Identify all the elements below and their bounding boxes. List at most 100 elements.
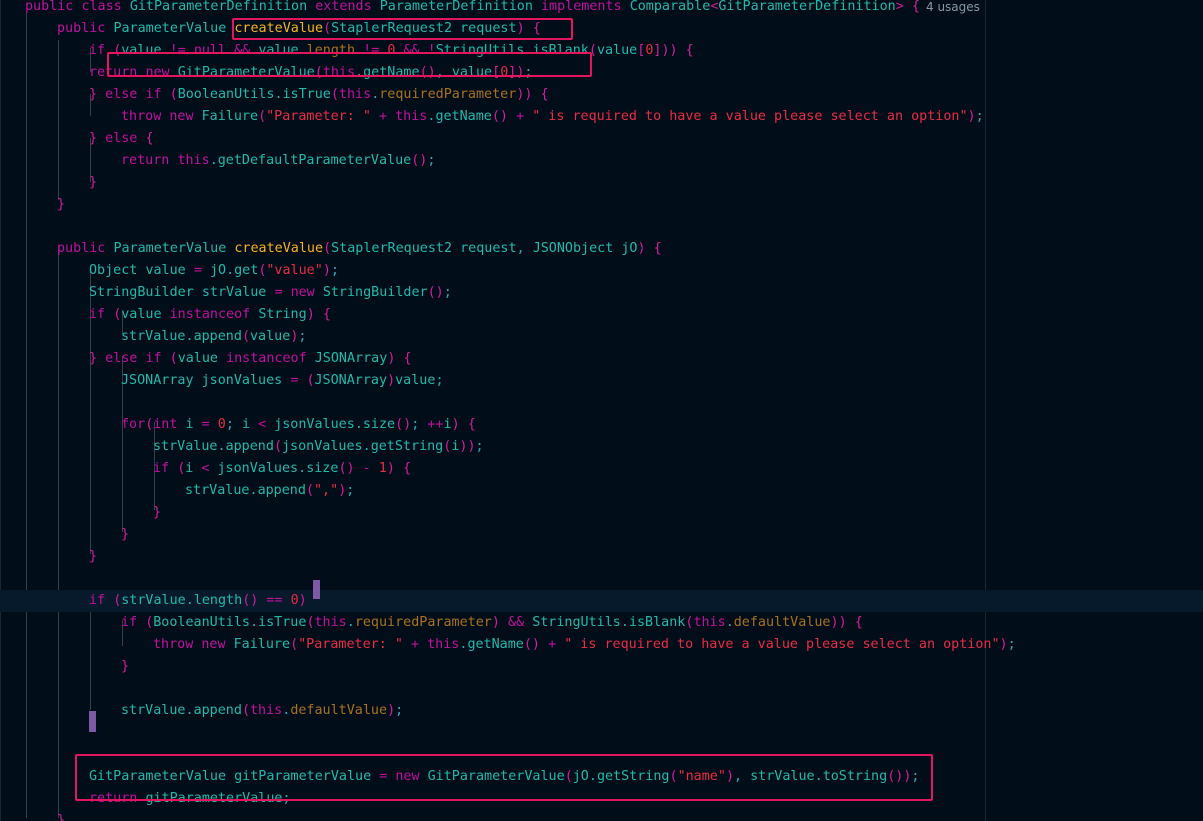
code-token: }	[57, 197, 66, 212]
code-line[interactable]: public ParameterValue createValue(Staple…	[0, 238, 1203, 260]
code-token: (	[169, 351, 178, 366]
text-caret-secondary	[89, 711, 96, 732]
code-line[interactable]: } else if (BooleanUtils.isTrue(this.requ…	[0, 84, 1203, 106]
code-line[interactable]: return new GitParameterValue(this.getNam…	[0, 62, 1203, 84]
code-text: StringBuilder strValue = new StringBuild…	[89, 282, 452, 304]
code-token: if	[145, 351, 162, 366]
code-line[interactable]: if (BooleanUtils.isTrue(this.requiredPar…	[0, 612, 1203, 634]
code-token: ;	[395, 703, 404, 718]
code-token: jO	[621, 241, 638, 256]
code-line[interactable]: GitParameterValue gitParameterValue = ne…	[0, 766, 1203, 788]
code-text: }	[89, 172, 97, 194]
code-line[interactable]: }	[0, 172, 1203, 194]
code-line[interactable]: }	[0, 810, 1203, 821]
code-token: return	[121, 153, 170, 168]
code-token: (	[323, 21, 332, 36]
code-text: strValue.append(this.defaultValue);	[121, 700, 403, 722]
code-token: 0	[290, 593, 299, 608]
code-token: strValue	[121, 593, 186, 608]
code-token: ParameterValue	[113, 241, 227, 256]
code-line[interactable]: if (value != null && value.length != 0 &…	[0, 40, 1203, 62]
code-line[interactable]: JSONArray jsonValues = (JSONArray)value;	[0, 370, 1203, 392]
code-text: }	[57, 194, 65, 216]
code-token: }	[89, 131, 98, 146]
code-line[interactable]: if (value instanceof String) {	[0, 304, 1203, 326]
code-line[interactable]: if (strValue.length() == 0)	[0, 590, 1203, 612]
code-token: (	[314, 65, 323, 80]
code-token: instanceof	[169, 307, 251, 322]
code-line[interactable]: strValue.append(",");	[0, 480, 1203, 502]
code-token: if	[89, 593, 106, 608]
code-line[interactable]: Object value = jO.get("value");	[0, 260, 1203, 282]
code-token: append	[193, 703, 242, 718]
code-line[interactable]: throw new Failure("Parameter: " + this.g…	[0, 634, 1203, 656]
code-token: Failure	[233, 637, 291, 652]
code-text: public ParameterValue createValue(Staple…	[57, 18, 541, 40]
code-token: {	[403, 351, 412, 366]
code-token: ()	[338, 461, 355, 476]
code-token: value	[121, 307, 162, 322]
code-line[interactable]: strValue.append(this.defaultValue);	[0, 700, 1203, 722]
code-text: strValue.append(jsonValues.getString(i))…	[153, 436, 484, 458]
code-line[interactable]: } else {	[0, 128, 1203, 150]
code-token: return	[89, 65, 138, 80]
code-token: ()	[411, 153, 428, 168]
code-token: }	[153, 505, 162, 520]
code-line[interactable]: if (i < jsonValues.size() - 1) {	[0, 458, 1203, 480]
code-token: GitParameterDefinition	[718, 0, 896, 14]
text-caret	[313, 580, 320, 599]
code-token: ,	[516, 241, 533, 256]
code-token: " is required to have a value please sel…	[532, 109, 968, 124]
code-line[interactable]: }	[0, 502, 1203, 524]
code-line[interactable]: strValue.append(value);	[0, 326, 1203, 348]
code-line[interactable]: }	[0, 656, 1203, 678]
code-line[interactable]	[0, 568, 1203, 590]
code-line[interactable]: return gitParameterValue;	[0, 788, 1203, 810]
code-line[interactable]	[0, 678, 1203, 700]
code-token: )	[838, 615, 847, 630]
code-line[interactable]: } else if (value instanceof JSONArray) {	[0, 348, 1203, 370]
code-line[interactable]	[0, 216, 1203, 238]
code-line[interactable]: }	[0, 524, 1203, 546]
code-line[interactable]: return this.getDefaultParameterValue();	[0, 150, 1203, 172]
code-line[interactable]: public ParameterValue createValue(Staple…	[0, 18, 1203, 40]
code-line[interactable]: }	[0, 194, 1203, 216]
code-text: } else if (BooleanUtils.isTrue(this.requ…	[89, 84, 549, 106]
code-text: public ParameterValue createValue(Staple…	[57, 238, 662, 260]
code-token: )	[386, 461, 395, 476]
code-token: =	[201, 417, 210, 432]
code-token: request	[460, 21, 517, 36]
code-token: ++	[427, 417, 444, 432]
code-editor[interactable]: public class GitParameterDefinition exte…	[0, 0, 1203, 821]
code-token: StringUtils	[435, 43, 525, 58]
code-token: 1	[378, 461, 387, 476]
code-line[interactable]: StringBuilder strValue = new StringBuild…	[0, 282, 1203, 304]
usages-inlay-hint[interactable]: 4 usages	[926, 0, 980, 14]
code-token: new	[395, 769, 420, 784]
code-line[interactable]: public class GitParameterDefinition exte…	[0, 0, 1203, 18]
code-token: .	[355, 65, 364, 80]
code-line[interactable]: }	[0, 546, 1203, 568]
code-token: .	[185, 593, 194, 608]
code-line[interactable]	[0, 722, 1203, 744]
code-token: {	[402, 461, 411, 476]
code-line[interactable]: strValue.append(jsonValues.getString(i))…	[0, 436, 1203, 458]
code-line[interactable]: throw new Failure("Parameter: " + this.g…	[0, 106, 1203, 128]
code-line[interactable]: for(int i = 0; i < jsonValues.size(); ++…	[0, 414, 1203, 436]
code-token: ","	[314, 483, 339, 498]
code-line[interactable]	[0, 744, 1203, 766]
code-token: ;	[411, 417, 428, 432]
code-line[interactable]	[0, 392, 1203, 414]
code-token: throw	[153, 637, 194, 652]
code-token: )	[451, 417, 460, 432]
code-text: return this.getDefaultParameterValue();	[121, 150, 435, 172]
